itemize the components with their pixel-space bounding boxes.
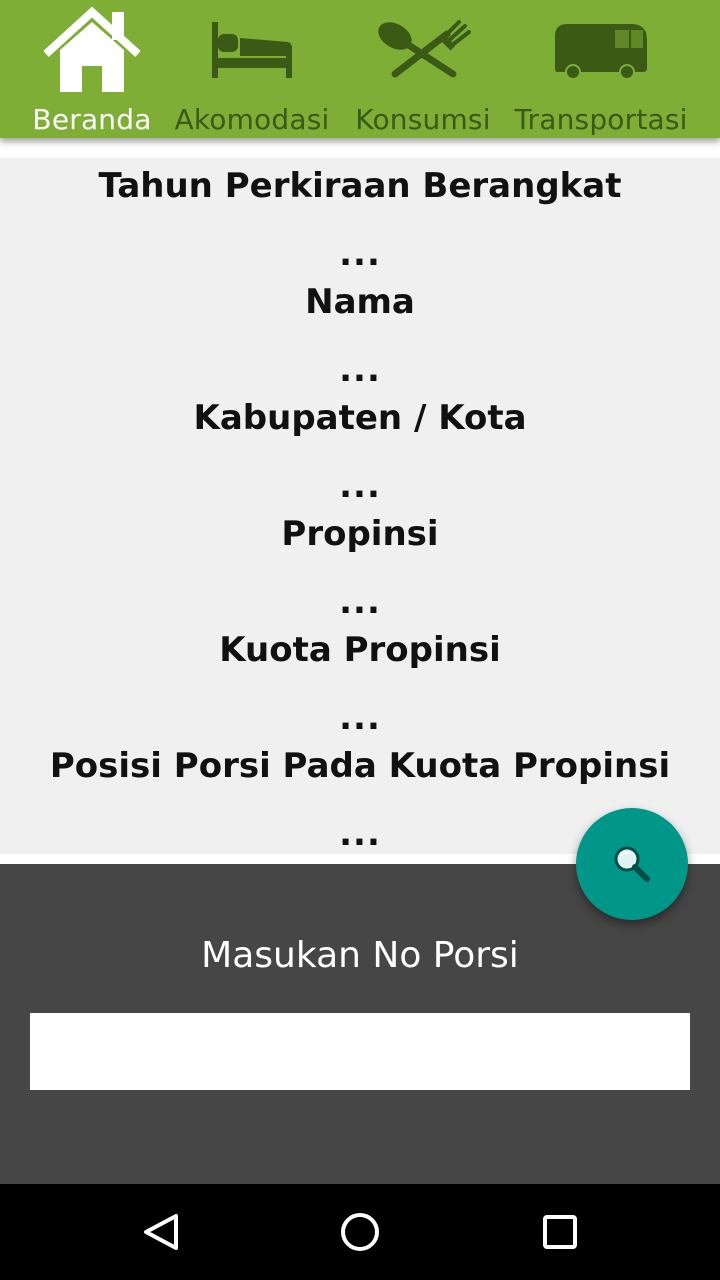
bus-icon [553, 20, 649, 85]
screen: Beranda Akomodasi Konsumsi Transportasi … [0, 0, 720, 1280]
field-value: ... [339, 234, 381, 274]
back-button[interactable] [136, 1208, 184, 1256]
recent-apps-icon [536, 1215, 584, 1260]
field-label: Propinsi [281, 514, 439, 554]
recent-apps-button[interactable] [536, 1208, 584, 1256]
home-circle-icon [336, 1213, 384, 1260]
nav-tab-konsumsi[interactable]: Konsumsi [352, 0, 494, 138]
input-title: Masukan No Porsi [201, 935, 519, 976]
back-icon [136, 1214, 184, 1260]
nav-tab-label: Akomodasi [174, 103, 330, 136]
field-label: Tahun Perkiraan Berangkat [98, 166, 622, 206]
home-button[interactable] [336, 1208, 384, 1256]
nav-tab-transportasi[interactable]: Transportasi [512, 0, 690, 138]
field-label: Kuota Propinsi [219, 630, 501, 670]
search-button[interactable] [576, 808, 688, 920]
system-navigation-bar [0, 1184, 720, 1280]
field-label: Posisi Porsi Pada Kuota Propinsi [49, 746, 671, 786]
field-value: ... [339, 466, 381, 506]
field-label: Nama [305, 282, 415, 322]
field-value: ... [339, 350, 381, 390]
nav-tab-beranda[interactable]: Beranda [30, 0, 154, 138]
field-value: ... [339, 698, 381, 738]
porsi-info-panel: Tahun Perkiraan Berangkat ... Nama ... K… [0, 158, 720, 854]
nav-tab-label: Konsumsi [355, 103, 491, 136]
nav-tab-label: Beranda [32, 103, 152, 136]
no-porsi-input[interactable] [30, 1013, 690, 1090]
nav-tab-label: Transportasi [514, 103, 688, 136]
field-label: Kabupaten / Kota [193, 398, 527, 438]
top-navigation-bar: Beranda Akomodasi Konsumsi Transportasi [0, 0, 720, 138]
nav-tab-akomodasi[interactable]: Akomodasi [172, 0, 332, 138]
home-icon [40, 4, 144, 101]
bed-icon [210, 18, 294, 85]
spoon-fork-icon [375, 20, 471, 85]
search-icon [612, 844, 652, 889]
field-value: ... [339, 582, 381, 622]
